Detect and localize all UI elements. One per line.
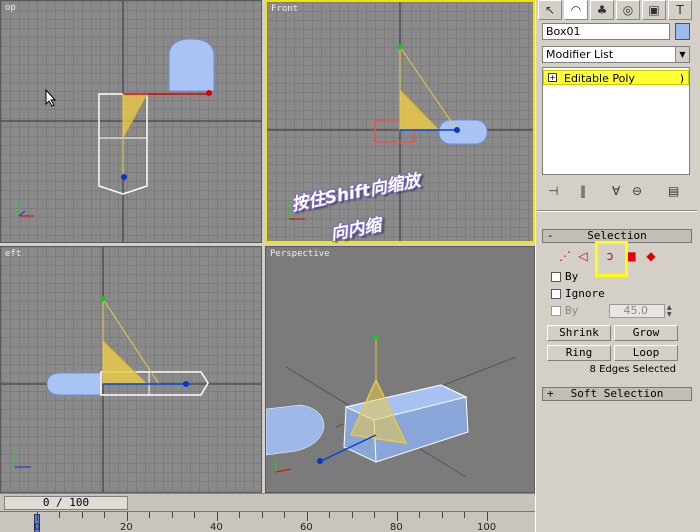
divider xyxy=(537,210,697,212)
tick-label: 20 xyxy=(120,522,133,532)
object-name-field[interactable]: Box01 xyxy=(542,23,670,40)
left-scene xyxy=(1,247,261,492)
mouse-cursor-icon xyxy=(45,89,57,107)
angle-spinner[interactable]: 45.0 xyxy=(609,304,665,318)
tick xyxy=(262,512,263,518)
checkbox-label: By xyxy=(565,304,579,317)
by-vertex-checkbox[interactable]: By xyxy=(551,270,578,284)
viewport-perspective[interactable]: Perspective xyxy=(265,246,535,493)
viewport-top[interactable]: op xyxy=(0,0,262,243)
collapse-sign: - xyxy=(547,229,554,242)
configure-modifier-sets-icon[interactable]: ▤ xyxy=(668,184,679,198)
grow-button[interactable]: Grow xyxy=(614,325,678,341)
make-unique-icon[interactable]: ∀ xyxy=(612,184,620,198)
checkbox-label: Ignore xyxy=(565,287,605,300)
tick xyxy=(217,512,218,521)
checkbox-label: By xyxy=(565,270,579,283)
tick xyxy=(37,512,38,521)
time-slider[interactable]: 0 / 100 xyxy=(4,496,128,510)
by-angle-checkbox[interactable]: By xyxy=(551,304,578,318)
tick xyxy=(194,512,195,518)
stack-toolbar: ⊣ ‖ ∀ ⊖ ▤ xyxy=(542,182,690,202)
spinner-arrows-icon[interactable]: ▲ ▼ xyxy=(667,304,677,318)
tick-label: 0 xyxy=(34,522,41,532)
top-scene xyxy=(1,1,261,242)
tick xyxy=(284,512,285,518)
tick xyxy=(464,512,465,518)
tick xyxy=(329,512,330,518)
element-icon[interactable]: ◆ xyxy=(642,247,660,265)
tick xyxy=(419,512,420,518)
display-tab-icon[interactable]: ▣ xyxy=(642,0,666,20)
tick xyxy=(172,512,173,518)
tick xyxy=(487,512,488,521)
ignore-backfacing-checkbox[interactable]: Ignore xyxy=(551,287,605,301)
tick xyxy=(82,512,83,518)
edge-icon[interactable]: ◁ xyxy=(574,247,592,265)
checkbox-icon[interactable] xyxy=(551,272,561,282)
selection-status: 8 Edges Selected xyxy=(589,364,676,375)
utilities-tab-icon[interactable]: T xyxy=(668,0,692,20)
modifier-stack[interactable]: + Editable Poly ) xyxy=(542,67,690,175)
object-color-swatch[interactable] xyxy=(675,23,690,40)
tick-label: 80 xyxy=(390,522,403,532)
tick xyxy=(442,512,443,518)
track-bar[interactable]: 0 20 40 60 80 100 xyxy=(0,511,535,532)
shrink-button[interactable]: Shrink xyxy=(547,325,611,341)
vertex-icon[interactable]: ⋰ xyxy=(556,247,574,265)
tick xyxy=(239,512,240,518)
lightbulb-icon[interactable]: ) xyxy=(680,71,684,86)
modifier-list-label: Modifier List xyxy=(546,48,614,61)
pin-stack-icon[interactable]: ⊣ xyxy=(548,184,558,198)
checkbox-icon[interactable] xyxy=(551,289,561,299)
chevron-down-icon[interactable]: ▼ xyxy=(675,47,689,62)
border-selection-highlight xyxy=(595,241,628,277)
command-tabs: ↖ ◠ ♣ ◎ ▣ T xyxy=(538,0,698,20)
checkbox-icon[interactable] xyxy=(551,306,561,316)
tick xyxy=(104,512,105,518)
motion-tab-icon[interactable]: ◎ xyxy=(616,0,640,20)
expand-sign: + xyxy=(547,387,554,400)
stack-item-label: Editable Poly xyxy=(564,72,635,85)
time-bar: 0 / 100 xyxy=(0,493,535,511)
tick xyxy=(397,512,398,521)
tick-label: 60 xyxy=(300,522,313,532)
tick xyxy=(352,512,353,518)
expand-icon[interactable]: + xyxy=(548,73,557,82)
perspective-scene xyxy=(266,334,517,478)
loop-button[interactable]: Loop xyxy=(614,345,678,361)
soft-selection-rollout-header[interactable]: + Soft Selection xyxy=(542,387,692,401)
modifier-list-dropdown[interactable]: Modifier List ▼ xyxy=(542,46,690,63)
tick xyxy=(374,512,375,518)
stack-item-editable-poly[interactable]: + Editable Poly ) xyxy=(543,70,689,85)
tick xyxy=(149,512,150,518)
show-end-result-icon[interactable]: ‖ xyxy=(580,184,586,198)
ring-button[interactable]: Ring xyxy=(547,345,611,361)
tick xyxy=(307,512,308,521)
rollout-title: Soft Selection xyxy=(570,387,664,400)
tick-label: 40 xyxy=(210,522,223,532)
viewport-left[interactable]: eft xyxy=(0,246,262,493)
remove-modifier-icon[interactable]: ⊖ xyxy=(632,184,642,198)
tick xyxy=(59,512,60,518)
hierarchy-tab-icon[interactable]: ♣ xyxy=(590,0,614,20)
tick-label: 100 xyxy=(477,522,497,532)
modify-tab-icon[interactable]: ◠ xyxy=(564,0,588,20)
create-tab-icon[interactable]: ↖ xyxy=(538,0,562,20)
tick xyxy=(127,512,128,521)
